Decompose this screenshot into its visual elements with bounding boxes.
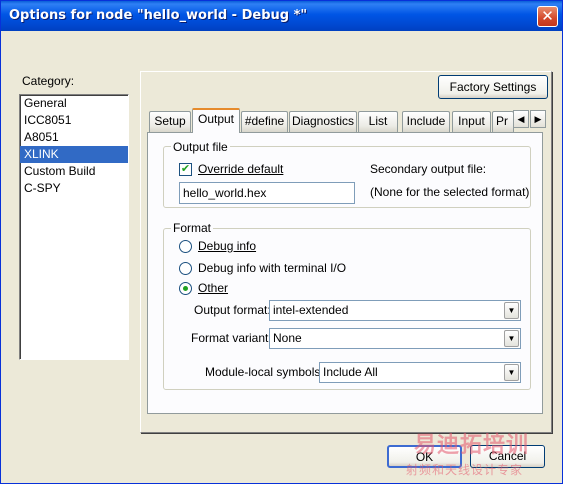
category-item-c-spy[interactable]: C-SPY [20,180,128,197]
override-default-label: Override default [198,162,284,176]
secondary-output-label: Secondary output file: [370,162,487,176]
format-variant-label: Format variant: [191,331,272,345]
tab-pr[interactable]: Pr [492,111,514,132]
output-file-group-title: Output file [171,140,230,154]
options-dialog: Options for node "hello_world - Debug *"… [0,0,563,484]
output-format-select[interactable]: intel-extended ▼ [269,300,521,321]
debug-info-terminal-label: Debug info with terminal I/O [198,261,347,275]
category-item-custom-build[interactable]: Custom Build [20,163,128,180]
tab-diagnostics[interactable]: Diagnostics [289,111,357,132]
format-variant-value: None [273,331,302,345]
chevron-down-icon: ▼ [504,364,519,381]
radio-selected-dot [183,286,188,291]
tab-input[interactable]: Input [452,111,491,132]
category-item-general[interactable]: General [20,95,128,112]
debug-info-label: Debug info [198,239,257,253]
close-icon: ✕ [541,7,554,25]
output-tab-page: Output file ✔ Override default hello_wor… [147,132,543,414]
category-item-xlink[interactable]: XLINK [20,146,128,163]
tab-define[interactable]: #define [241,111,288,132]
title-bar[interactable]: Options for node "hello_world - Debug *"… [1,1,562,31]
debug-info-terminal-radio[interactable] [179,262,192,275]
arrow-left-icon: ◀ [517,114,525,124]
chevron-down-icon: ▼ [504,330,519,347]
cancel-button[interactable]: Cancel [470,445,545,468]
output-format-value: intel-extended [273,303,349,317]
tab-setup[interactable]: Setup [149,111,191,132]
ok-button[interactable]: OK [387,445,462,468]
output-filename-field[interactable]: hello_world.hex [179,182,355,204]
tab-list[interactable]: List [358,111,398,132]
module-local-symbols-label: Module-local symbols: [205,365,324,379]
close-button[interactable]: ✕ [537,6,558,27]
tab-scroll-left-button[interactable]: ◀ [513,110,529,128]
tab-include[interactable]: Include [402,111,450,132]
tab-output[interactable]: Output [192,108,240,133]
format-group-title: Format [171,221,214,235]
arrow-right-icon: ▶ [534,114,542,124]
output-format-label: Output format: [194,303,271,317]
category-label: Category: [22,74,75,88]
factory-settings-button[interactable]: Factory Settings [438,75,548,99]
checkmark-icon: ✔ [180,163,191,175]
module-local-symbols-select[interactable]: Include All ▼ [319,362,521,383]
format-variant-select[interactable]: None ▼ [269,328,521,349]
other-format-radio[interactable] [179,282,192,295]
chevron-down-icon: ▼ [504,302,519,319]
category-item-icc8051[interactable]: ICC8051 [20,112,128,129]
secondary-output-value: (None for the selected format) [370,185,530,199]
category-list[interactable]: General ICC8051 A8051 XLINK Custom Build… [19,94,129,360]
debug-info-radio[interactable] [179,240,192,253]
override-default-checkbox[interactable]: ✔ [179,163,192,176]
tab-scroll-right-button[interactable]: ▶ [530,110,546,128]
module-local-symbols-value: Include All [323,365,378,379]
other-format-label: Other [198,281,229,295]
category-item-a8051[interactable]: A8051 [20,129,128,146]
window-title: Options for node "hello_world - Debug *" [9,8,308,23]
